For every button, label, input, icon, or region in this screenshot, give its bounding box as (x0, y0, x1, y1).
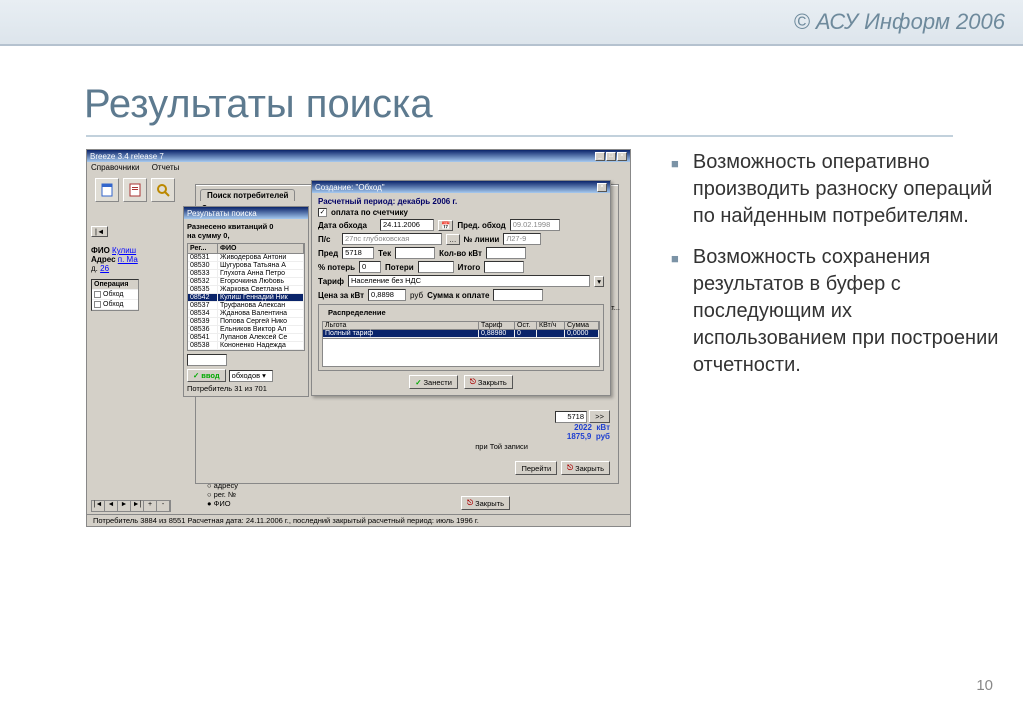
operation-list[interactable]: Операция Обход Обход (91, 279, 139, 311)
pct-input[interactable]: 0 (359, 261, 381, 273)
menu-rep[interactable]: Отчеты (152, 163, 180, 172)
slide-header: © АСУ Информ 2006 (0, 0, 1023, 46)
perejti-button[interactable]: Перейти (515, 461, 557, 475)
bullet-item: Возможность оперативно производить разно… (671, 149, 1001, 230)
period-label: Расчетный период: декабрь 2006 г. (318, 197, 457, 206)
table-row[interactable]: 08534Жданова Валентина (188, 310, 304, 318)
razneseno-label: Разнесено квитанций 0 (187, 222, 273, 231)
zakryt-button[interactable]: ⎋ Закрыть (561, 461, 610, 475)
results-grid[interactable]: Рег...ФИО 08531Живодерова Антони08530Шуг… (187, 243, 305, 351)
results-window: Результаты поиска Разнесено квитанций 0 … (183, 206, 309, 397)
sort-radios[interactable]: ○ адресу ○ рег. № ● ФИО (207, 481, 238, 508)
kvt-input[interactable] (486, 247, 526, 259)
dom-link[interactable]: 26 (100, 264, 109, 273)
app-title: Breeze 3.4 release 7 (90, 152, 164, 161)
table-row[interactable]: 08530Шугурова Татьяна А (188, 262, 304, 270)
vvod-button[interactable]: ✓ ввод (187, 369, 226, 382)
create-obhod-dialog: Создание: "Обход"× Расчетный период: дек… (311, 180, 611, 396)
close-icon[interactable]: × (617, 152, 627, 161)
date-input[interactable]: 24.11.2006 (380, 219, 434, 231)
fio-link[interactable]: Кулиш (112, 246, 136, 255)
table-row[interactable]: 08532Егорочкина Любовь (188, 278, 304, 286)
side-panel: |◄ ФИО Кулиш Адрес п. Ма д. 26 Операция … (91, 226, 183, 311)
ps-dots-icon[interactable]: … (446, 234, 460, 245)
ps-input[interactable]: 27пс глубоковская (342, 233, 442, 245)
sum-input[interactable] (493, 289, 543, 301)
pri-toj-label: при Той записи (475, 442, 528, 451)
bullet-list: Возможность оперативно производить разно… (671, 149, 1001, 527)
table-row[interactable]: 08539Попова Сергей Нико (188, 318, 304, 326)
slide-title: Результаты поиска (84, 82, 1023, 127)
search-icon[interactable] (151, 178, 175, 202)
obkhodov-select[interactable]: обходов ▾ (229, 370, 273, 382)
table-row[interactable]: 08542Кулиш Геннадий Ник (188, 294, 304, 302)
tarif-select[interactable]: Население без НДС (348, 275, 590, 287)
tek-input[interactable] (395, 247, 435, 259)
nav-strip[interactable]: |◄◄►►|+- (91, 500, 171, 512)
minimize-icon[interactable]: _ (595, 152, 605, 161)
nav-first-button[interactable]: |◄ (91, 226, 108, 237)
maximize-icon[interactable]: □ (606, 152, 616, 161)
page-number: 10 (976, 677, 993, 694)
summary-box: 5718 >> 2022 кВт 1875,9 руб (555, 410, 610, 441)
slide-divider (86, 135, 953, 137)
main-tab[interactable]: Поиск потребителей (200, 189, 295, 201)
table-row[interactable]: 08531Живодерова Антони (188, 254, 304, 262)
table-row[interactable]: 08533Глухота Анна Петро (188, 270, 304, 278)
table-row[interactable]: 08536Ельников Виктор Ал (188, 326, 304, 334)
app-titlebar: Breeze 3.4 release 7 _ □ × (87, 150, 630, 162)
summa-label: на сумму 0, (187, 231, 230, 240)
oplata-checkbox[interactable]: ✓ (318, 208, 327, 217)
summary-field[interactable]: 5718 (555, 411, 587, 423)
table-row[interactable]: 08541Лупанов Алексей Се (188, 334, 304, 342)
more-button[interactable]: >> (589, 410, 610, 423)
price-input[interactable]: 0,8898 (368, 289, 406, 301)
dlg-zakryt-button[interactable]: ⎋ Закрыть (464, 375, 513, 389)
report-icon[interactable] (123, 178, 147, 202)
adr-label: Адрес (91, 255, 116, 264)
dlg-close-icon[interactable]: × (597, 183, 607, 192)
results-status: Потребитель 31 из 701 (187, 384, 305, 393)
distrib-grid[interactable]: ЛьготаТарифОст.КВт/чСумма Полный тариф0,… (322, 321, 600, 339)
table-row[interactable]: 08538Кононенко Надежда (188, 342, 304, 350)
screenshot: Breeze 3.4 release 7 _ □ × Справочники О… (86, 149, 631, 527)
menubar[interactable]: Справочники Отчеты (87, 162, 630, 173)
table-row[interactable]: 08535Жаркова Светлана Н (188, 286, 304, 294)
poteri-input[interactable] (418, 261, 454, 273)
tarif-dd-icon[interactable]: ▾ (594, 276, 604, 287)
line-input[interactable]: Л27-9 (503, 233, 541, 245)
prev-date: 09.02.1998 (510, 219, 560, 231)
fio-label: ФИО (91, 246, 110, 255)
filter-input[interactable] (187, 354, 227, 366)
zakryt-main-button[interactable]: ⎋ Закрыть (461, 496, 510, 510)
menu-ref[interactable]: Справочники (91, 163, 139, 172)
itogo-input[interactable] (484, 261, 524, 273)
new-doc-icon[interactable] (95, 178, 119, 202)
zanesti-button[interactable]: ✓ Занести (409, 375, 458, 389)
cal-icon[interactable]: 📅 (438, 220, 453, 231)
bullet-item: Возможность сохранения результатов в буф… (671, 244, 1001, 379)
statusbar: Потребитель 3884 из 8551 Расчетная дата:… (87, 514, 630, 526)
adr-link[interactable]: п. Ма (118, 255, 138, 264)
table-row[interactable]: 08537Труфанова Алексан (188, 302, 304, 310)
pred-input[interactable]: 5718 (342, 247, 374, 259)
